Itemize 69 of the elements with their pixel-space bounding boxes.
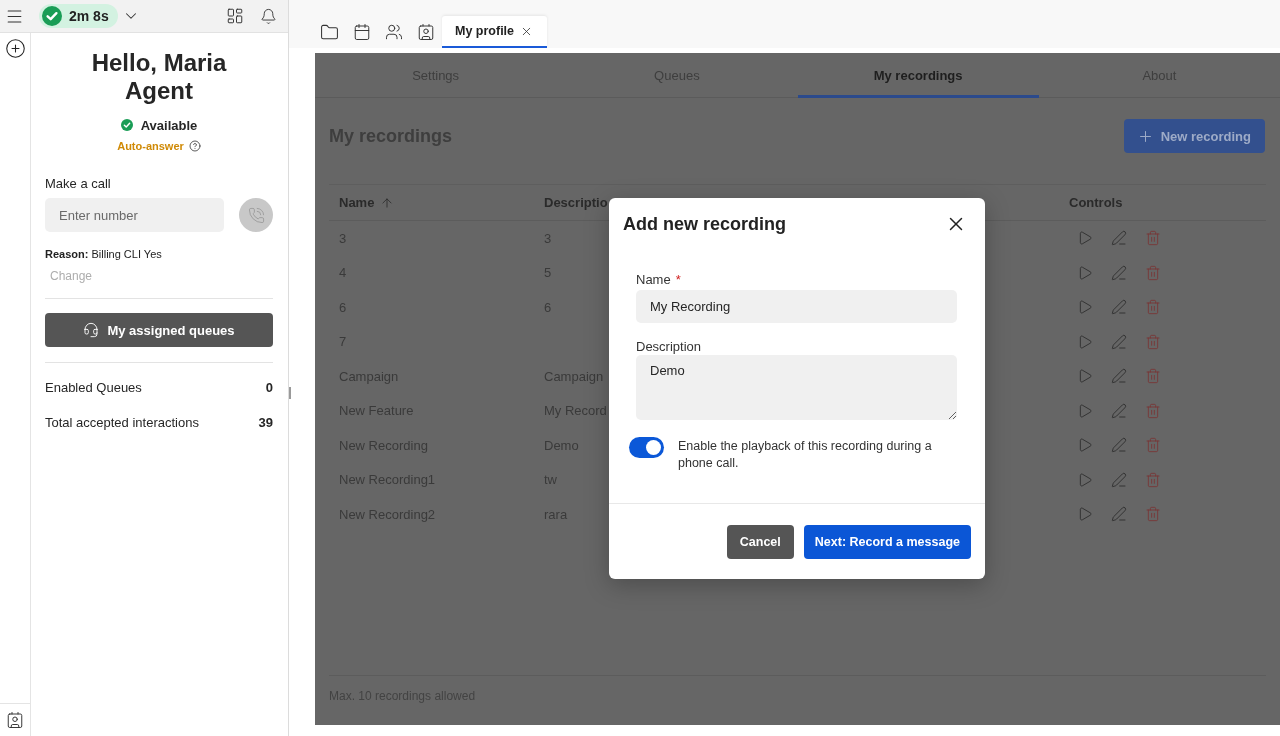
play-icon[interactable] <box>1077 264 1093 281</box>
stat-value: 0 <box>265 379 273 395</box>
description-input[interactable]: Demo <box>636 355 957 420</box>
trash-icon[interactable] <box>1145 230 1161 247</box>
column-header: Name <box>339 195 375 210</box>
play-icon[interactable] <box>1077 471 1093 488</box>
pencil-icon[interactable] <box>1111 368 1127 385</box>
contact-card-icon[interactable] <box>6 711 24 729</box>
pencil-icon[interactable] <box>1111 402 1127 419</box>
trash-icon[interactable] <box>1145 437 1161 454</box>
call-button[interactable] <box>239 198 273 232</box>
contact-card-icon[interactable] <box>417 23 435 41</box>
play-icon[interactable] <box>1077 368 1093 385</box>
trash-icon[interactable] <box>1145 471 1161 488</box>
play-icon[interactable] <box>1077 506 1093 523</box>
stat-label: Total accepted interactions <box>45 414 199 430</box>
pencil-icon[interactable] <box>1111 471 1127 488</box>
calendar-icon[interactable] <box>353 23 371 41</box>
help-icon[interactable] <box>188 140 201 152</box>
trash-icon[interactable] <box>1145 368 1161 385</box>
trash-icon[interactable] <box>1145 402 1161 419</box>
cancel-button[interactable]: Cancel <box>726 525 794 559</box>
play-icon[interactable] <box>1077 230 1093 247</box>
pencil-icon[interactable] <box>1111 506 1127 523</box>
new-recording-button[interactable]: New recording <box>1123 119 1265 153</box>
plus-circle-icon[interactable] <box>4 38 26 59</box>
workspace-tab[interactable]: My profile <box>442 16 548 48</box>
field-label: Description <box>636 338 702 354</box>
phone-icon <box>247 206 265 224</box>
play-icon[interactable] <box>1077 299 1093 316</box>
toggle-label: Enable the playback of this recording during a phone call. <box>678 438 933 472</box>
toggle-switch[interactable] <box>629 437 664 458</box>
pencil-icon[interactable] <box>1111 230 1127 247</box>
phone-number-input[interactable]: Enter number <box>45 198 224 232</box>
headset-icon <box>83 322 100 338</box>
stat-value: 39 <box>258 414 273 430</box>
greeting-heading: Hello, Maria Agent <box>90 49 228 105</box>
play-icon[interactable] <box>1077 402 1093 419</box>
bell-icon[interactable] <box>260 7 277 25</box>
check-circle-icon <box>120 119 133 131</box>
reason-text: Reason: Billing CLI Yes <box>45 247 163 261</box>
column-header: Controls <box>1069 195 1123 210</box>
pencil-icon[interactable] <box>1111 299 1127 316</box>
stat-label: Enabled Queues <box>45 379 142 395</box>
trash-icon[interactable] <box>1145 299 1161 316</box>
folder-icon[interactable] <box>320 22 339 42</box>
make-call-label: Make a call <box>45 176 112 192</box>
dialog-title: Add new recording <box>623 213 786 235</box>
pencil-icon[interactable] <box>1111 333 1127 350</box>
check-circle-icon <box>42 6 62 26</box>
next-button[interactable]: Next: Record a message <box>803 525 971 559</box>
pencil-icon[interactable] <box>1111 264 1127 281</box>
resize-handle[interactable] <box>289 387 291 399</box>
status-text: Available <box>140 117 198 133</box>
pencil-icon[interactable] <box>1111 437 1127 454</box>
field-label: Name <box>636 271 671 287</box>
users-icon[interactable] <box>385 23 403 41</box>
trash-icon[interactable] <box>1145 264 1161 281</box>
play-icon[interactable] <box>1077 333 1093 350</box>
auto-answer-label: Auto-answer <box>117 140 184 152</box>
assigned-queues-button[interactable]: My assigned queues <box>45 313 273 347</box>
trash-icon[interactable] <box>1145 506 1161 523</box>
layout-icon[interactable] <box>226 7 244 25</box>
required-mark: * <box>675 271 681 287</box>
trash-icon[interactable] <box>1145 333 1161 350</box>
play-icon[interactable] <box>1077 437 1093 454</box>
status-button[interactable]: 2m 8s <box>39 4 118 28</box>
name-input[interactable]: My Recording <box>636 290 957 323</box>
column-header: Descriptio <box>544 195 608 210</box>
